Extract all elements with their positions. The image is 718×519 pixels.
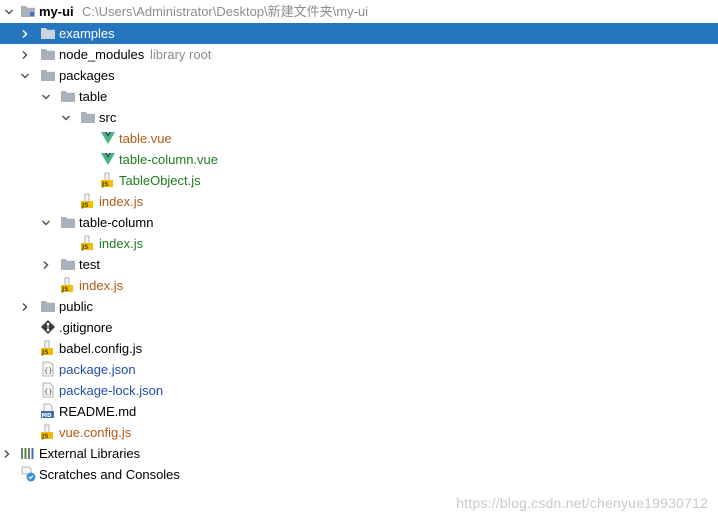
folder-icon	[60, 214, 76, 230]
folder-icon	[20, 3, 36, 19]
tree-label-package-lock: package-lock.json	[59, 383, 164, 398]
chevron-down-icon[interactable]	[2, 1, 16, 22]
scratches-icon	[20, 466, 36, 482]
tree-label-table-column: table-column	[79, 215, 154, 230]
tree-label-readme: README.md	[59, 404, 137, 419]
tree-label-package-json: package.json	[59, 362, 136, 377]
svg-text:JS: JS	[41, 349, 49, 356]
tree-row-readme[interactable]: MD README.md	[0, 401, 718, 422]
tree-row-src[interactable]: src	[0, 107, 718, 128]
tree-label-vue-config: vue.config.js	[59, 425, 132, 440]
folder-icon	[60, 88, 76, 104]
chevron-right-icon[interactable]	[18, 44, 32, 65]
git-file-icon	[40, 319, 56, 335]
js-file-icon: JS	[40, 424, 56, 440]
folder-icon	[80, 109, 96, 125]
tree-row-table-column[interactable]: table-column	[0, 212, 718, 233]
tree-row-project-root[interactable]: my-ui C:\Users\Administrator\Desktop\新建文…	[0, 1, 718, 22]
json-file-icon: {}	[40, 361, 56, 377]
svg-text:{}: {}	[44, 367, 52, 375]
svg-text:JS: JS	[101, 181, 109, 188]
svg-text:JS: JS	[61, 286, 69, 293]
tree-row-examples[interactable]: examples	[0, 23, 718, 44]
folder-icon	[40, 25, 56, 41]
watermark-text: https://blog.csdn.net/chenyue19930712	[456, 495, 708, 511]
tree-row-package-lock[interactable]: {} package-lock.json	[0, 380, 718, 401]
chevron-right-icon[interactable]	[39, 254, 53, 275]
markdown-file-icon: MD	[40, 403, 56, 419]
library-icon	[20, 445, 36, 461]
tree-row-table-column-vue[interactable]: table-column.vue	[0, 149, 718, 170]
tree-label-babel-config: babel.config.js	[59, 341, 143, 356]
tree-row-package-json[interactable]: {} package.json	[0, 359, 718, 380]
svg-text:{}: {}	[44, 388, 52, 396]
tree-row-packages-index-js[interactable]: JS index.js	[0, 275, 718, 296]
tree-label-table-column-index-js: index.js	[99, 236, 144, 251]
tree-row-babel-config[interactable]: JS babel.config.js	[0, 338, 718, 359]
chevron-right-icon[interactable]	[0, 443, 14, 464]
project-path: C:\Users\Administrator\Desktop\新建文件夹\my-…	[82, 4, 369, 19]
tree-row-external-libraries[interactable]: External Libraries	[0, 443, 718, 464]
tree-label-table-index-js: index.js	[99, 194, 144, 209]
tree-row-table-object-js[interactable]: JS TableObject.js	[0, 170, 718, 191]
project-tree: my-ui C:\Users\Administrator\Desktop\新建文…	[0, 0, 718, 482]
tree-row-scratches[interactable]: Scratches and Consoles	[0, 464, 718, 485]
tree-label-external-libraries: External Libraries	[39, 446, 141, 461]
vue-file-icon	[100, 130, 116, 146]
folder-icon	[40, 67, 56, 83]
tree-label-scratches: Scratches and Consoles	[39, 467, 180, 482]
tree-row-gitignore[interactable]: .gitignore	[0, 317, 718, 338]
vue-file-icon	[100, 151, 116, 167]
folder-icon	[60, 256, 76, 272]
js-file-icon: JS	[100, 172, 116, 188]
tree-row-vue-config[interactable]: JS vue.config.js	[0, 422, 718, 443]
svg-text:MD: MD	[42, 413, 52, 419]
tree-row-public[interactable]: public	[0, 296, 718, 317]
tree-row-table-column-index-js[interactable]: JS index.js	[0, 233, 718, 254]
chevron-right-icon[interactable]	[18, 296, 32, 317]
tree-row-table-index-js[interactable]: JS index.js	[0, 191, 718, 212]
json-file-icon: {}	[40, 382, 56, 398]
tree-row-packages[interactable]: packages	[0, 65, 718, 86]
tree-label-packages-index-js: index.js	[79, 278, 124, 293]
tree-row-test[interactable]: test	[0, 254, 718, 275]
tree-label-table: table	[79, 89, 108, 104]
js-file-icon: JS	[40, 340, 56, 356]
tree-label-test: test	[79, 257, 100, 272]
tree-row-table-vue[interactable]: table.vue	[0, 128, 718, 149]
chevron-down-icon[interactable]	[59, 107, 73, 128]
tree-row-table[interactable]: table	[0, 86, 718, 107]
library-root-hint: library root	[150, 47, 212, 62]
chevron-down-icon[interactable]	[39, 212, 53, 233]
tree-label-examples: examples	[59, 26, 115, 41]
js-file-icon: JS	[80, 235, 96, 251]
tree-label-table-object-js: TableObject.js	[119, 173, 201, 188]
svg-text:JS: JS	[41, 433, 49, 440]
tree-label-src: src	[99, 110, 117, 125]
svg-text:JS: JS	[81, 202, 89, 209]
svg-text:JS: JS	[81, 244, 89, 251]
folder-icon	[40, 46, 56, 62]
tree-label-table-vue: table.vue	[119, 131, 172, 146]
tree-label-table-column-vue: table-column.vue	[119, 152, 218, 167]
chevron-down-icon[interactable]	[39, 86, 53, 107]
project-name: my-ui	[39, 4, 74, 19]
tree-label-packages: packages	[59, 68, 115, 83]
tree-row-node-modules[interactable]: node_modules library root	[0, 44, 718, 65]
tree-label-gitignore: .gitignore	[59, 320, 113, 335]
js-file-icon: JS	[60, 277, 76, 293]
folder-icon	[40, 298, 56, 314]
tree-label-public: public	[59, 299, 93, 314]
chevron-right-icon[interactable]	[18, 23, 32, 44]
chevron-down-icon[interactable]	[18, 65, 32, 86]
tree-label-node-modules: node_modules	[59, 47, 145, 62]
js-file-icon: JS	[80, 193, 96, 209]
